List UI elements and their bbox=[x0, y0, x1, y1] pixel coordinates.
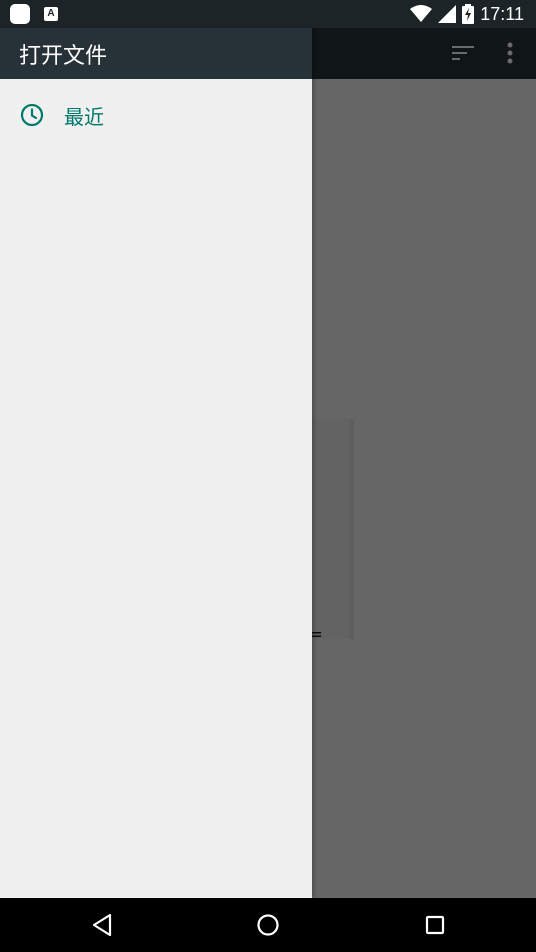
navigation-drawer: 打开文件 最近 bbox=[0, 28, 312, 898]
clock-icon bbox=[20, 103, 44, 127]
cell-signal-icon bbox=[438, 5, 457, 23]
drawer-item-label: 最近 bbox=[64, 104, 104, 129]
recents-button[interactable] bbox=[420, 910, 450, 940]
status-system-icons: 17:11 bbox=[410, 3, 524, 25]
battery-charging-icon bbox=[462, 4, 475, 24]
drawer-title: 打开文件 bbox=[19, 43, 108, 69]
home-icon bbox=[257, 914, 279, 936]
screen: A 17:11 打开文件 最近 bbox=[0, 0, 536, 952]
drawer-item-recent[interactable]: 最近 bbox=[0, 79, 312, 151]
drawer-header: 打开文件 bbox=[0, 28, 312, 79]
recents-icon bbox=[425, 915, 445, 935]
status-notifications: A bbox=[10, 4, 58, 24]
system-nav-bar bbox=[0, 898, 536, 952]
back-button[interactable] bbox=[87, 910, 117, 940]
app-notification-icon bbox=[10, 4, 30, 24]
wifi-icon bbox=[410, 5, 433, 22]
home-button[interactable] bbox=[253, 910, 283, 940]
font-notification-icon: A bbox=[44, 7, 58, 21]
status-bar: A 17:11 bbox=[0, 0, 536, 28]
status-time: 17:11 bbox=[480, 4, 524, 24]
back-icon bbox=[92, 913, 112, 937]
